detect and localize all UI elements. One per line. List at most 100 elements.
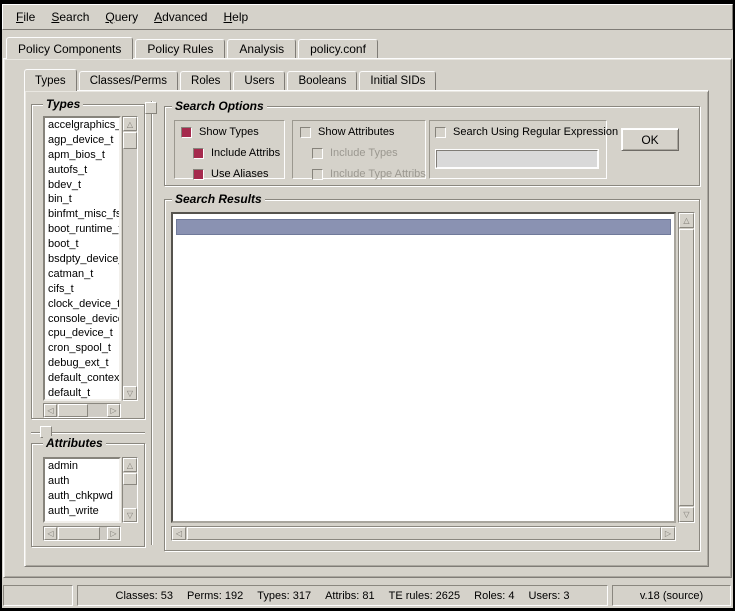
checkbox-icon	[312, 169, 323, 180]
menu-query[interactable]: Query	[97, 9, 146, 25]
show-attributes-checkbox[interactable]: Show Attributes	[300, 126, 394, 138]
checkbox-icon[interactable]	[181, 127, 192, 138]
list-item[interactable]: bsdpty_device_	[45, 252, 119, 267]
checkbox-label: Search Using Regular Expression	[453, 126, 618, 138]
list-item[interactable]: binfmt_misc_fs	[45, 207, 119, 222]
scroll-up-icon[interactable]: △	[679, 213, 694, 228]
use-aliases-checkbox[interactable]: Use Aliases	[193, 168, 268, 180]
list-item[interactable]: console_device	[45, 312, 119, 327]
list-item[interactable]: boot_t	[45, 237, 119, 252]
menu-file[interactable]: File	[8, 9, 43, 25]
tab-booleans[interactable]: Booleans	[287, 71, 357, 90]
status-version-panel: v.18 (source)	[612, 585, 731, 606]
scrollbar-thumb[interactable]	[123, 132, 137, 149]
stat-attribs: Attribs: 81	[325, 590, 375, 602]
types-horizontal-scrollbar[interactable]: ◁ ▷	[43, 403, 121, 418]
list-item[interactable]: autofs_t	[45, 163, 119, 178]
menu-advanced[interactable]: Advanced	[146, 9, 215, 25]
ok-button[interactable]: OK	[621, 128, 679, 151]
search-results-textarea[interactable]	[171, 212, 676, 523]
checkbox-icon[interactable]	[193, 148, 204, 159]
vertical-sash-handle[interactable]	[145, 102, 157, 114]
search-options-title: Search Options	[172, 99, 267, 113]
stat-te-rules: TE rules: 2625	[389, 590, 461, 602]
scrollbar-thumb[interactable]	[679, 229, 694, 506]
checkbox-icon	[312, 148, 323, 159]
results-horizontal-scrollbar[interactable]: ◁ ▷	[171, 526, 676, 541]
tab-analysis[interactable]: Analysis	[227, 39, 296, 58]
include-attribs-checkbox[interactable]: Include Attribs	[193, 147, 280, 159]
list-item[interactable]: cifs_t	[45, 282, 119, 297]
attributes-listbox[interactable]: admin auth auth_chkpwd auth_write	[43, 457, 121, 523]
scroll-up-icon[interactable]: △	[123, 117, 137, 131]
types-listbox[interactable]: accelgraphics_e agp_device_t apm_bios_t …	[43, 116, 121, 401]
app-window: File Search Query Advanced Help Policy C…	[0, 0, 735, 611]
list-item[interactable]: admin	[45, 459, 119, 474]
list-item[interactable]: default_context	[45, 371, 119, 386]
components-tab-bar: Types Classes/Perms Roles Users Booleans…	[24, 68, 438, 90]
list-item[interactable]: apm_bios_t	[45, 148, 119, 163]
tab-policy-components[interactable]: Policy Components	[6, 37, 133, 59]
menu-search[interactable]: Search	[43, 9, 97, 25]
tab-types[interactable]: Types	[24, 69, 77, 91]
list-item[interactable]: boot_runtime_t	[45, 222, 119, 237]
vertical-sash[interactable]	[151, 101, 152, 545]
list-item[interactable]: catman_t	[45, 267, 119, 282]
scrollbar-thumb[interactable]	[58, 527, 100, 540]
tab-policy-conf[interactable]: policy.conf	[298, 39, 378, 58]
regex-checkbox[interactable]: Search Using Regular Expression	[435, 126, 618, 138]
list-item[interactable]: debug_ext_t	[45, 356, 119, 371]
menu-help[interactable]: Help	[215, 9, 256, 25]
scroll-right-icon[interactable]: ▷	[107, 404, 120, 417]
scroll-left-icon[interactable]: ◁	[44, 404, 57, 417]
checkbox-label: Show Types	[199, 126, 259, 138]
list-item[interactable]: cpu_device_t	[45, 326, 119, 341]
list-item[interactable]: agp_device_t	[45, 133, 119, 148]
list-item[interactable]: default_t	[45, 386, 119, 401]
checkbox-icon[interactable]	[435, 127, 446, 138]
status-stats-panel: Classes: 53 Perms: 192 Types: 317 Attrib…	[77, 585, 608, 606]
list-item[interactable]: auth_write	[45, 504, 119, 519]
show-types-checkbox[interactable]: Show Types	[181, 126, 259, 138]
version-label: v.18 (source)	[640, 590, 703, 602]
tab-initial-sids[interactable]: Initial SIDs	[359, 71, 436, 90]
scrollbar-thumb[interactable]	[187, 527, 661, 540]
scroll-down-icon[interactable]: ▽	[679, 507, 694, 522]
list-item[interactable]: auth	[45, 474, 119, 489]
list-item[interactable]: bdev_t	[45, 178, 119, 193]
tab-classes-perms[interactable]: Classes/Perms	[79, 71, 178, 90]
checkbox-icon[interactable]	[193, 169, 204, 180]
types-vertical-scrollbar[interactable]: △ ▽	[122, 116, 138, 401]
scroll-down-icon[interactable]: ▽	[123, 386, 137, 400]
scroll-left-icon[interactable]: ◁	[172, 527, 186, 540]
scroll-right-icon[interactable]: ▷	[661, 527, 675, 540]
status-left-panel	[3, 585, 73, 606]
menu-bar: File Search Query Advanced Help	[2, 4, 733, 30]
tab-policy-rules[interactable]: Policy Rules	[135, 39, 225, 58]
scrollbar-thumb[interactable]	[58, 404, 88, 417]
search-results-title: Search Results	[172, 192, 265, 206]
main-tab-bar: Policy Components Policy Rules Analysis …	[6, 36, 380, 58]
list-item[interactable]: auth_chkpwd	[45, 489, 119, 504]
stat-roles: Roles: 4	[474, 590, 514, 602]
list-item[interactable]: clock_device_t	[45, 297, 119, 312]
list-item[interactable]: cron_spool_t	[45, 341, 119, 356]
scroll-left-icon[interactable]: ◁	[44, 527, 57, 540]
checkbox-icon[interactable]	[300, 127, 311, 138]
results-vertical-scrollbar[interactable]: △ ▽	[678, 212, 695, 523]
scroll-down-icon[interactable]: ▽	[123, 508, 137, 522]
list-item[interactable]: accelgraphics_e	[45, 118, 119, 133]
attributes-horizontal-scrollbar[interactable]: ◁ ▷	[43, 526, 121, 541]
scrollbar-thumb[interactable]	[123, 473, 137, 485]
tab-roles[interactable]: Roles	[180, 71, 231, 90]
checkbox-label: Show Attributes	[318, 126, 394, 138]
stat-perms: Perms: 192	[187, 590, 243, 602]
tab-users[interactable]: Users	[233, 71, 285, 90]
attributes-vertical-scrollbar[interactable]: △ ▽	[122, 457, 138, 523]
scroll-right-icon[interactable]: ▷	[107, 527, 120, 540]
regex-entry[interactable]	[436, 150, 598, 168]
list-item[interactable]: bin_t	[45, 192, 119, 207]
scroll-up-icon[interactable]: △	[123, 458, 137, 472]
checkbox-label: Use Aliases	[211, 168, 268, 180]
types-groupbox-title: Types	[43, 97, 83, 111]
